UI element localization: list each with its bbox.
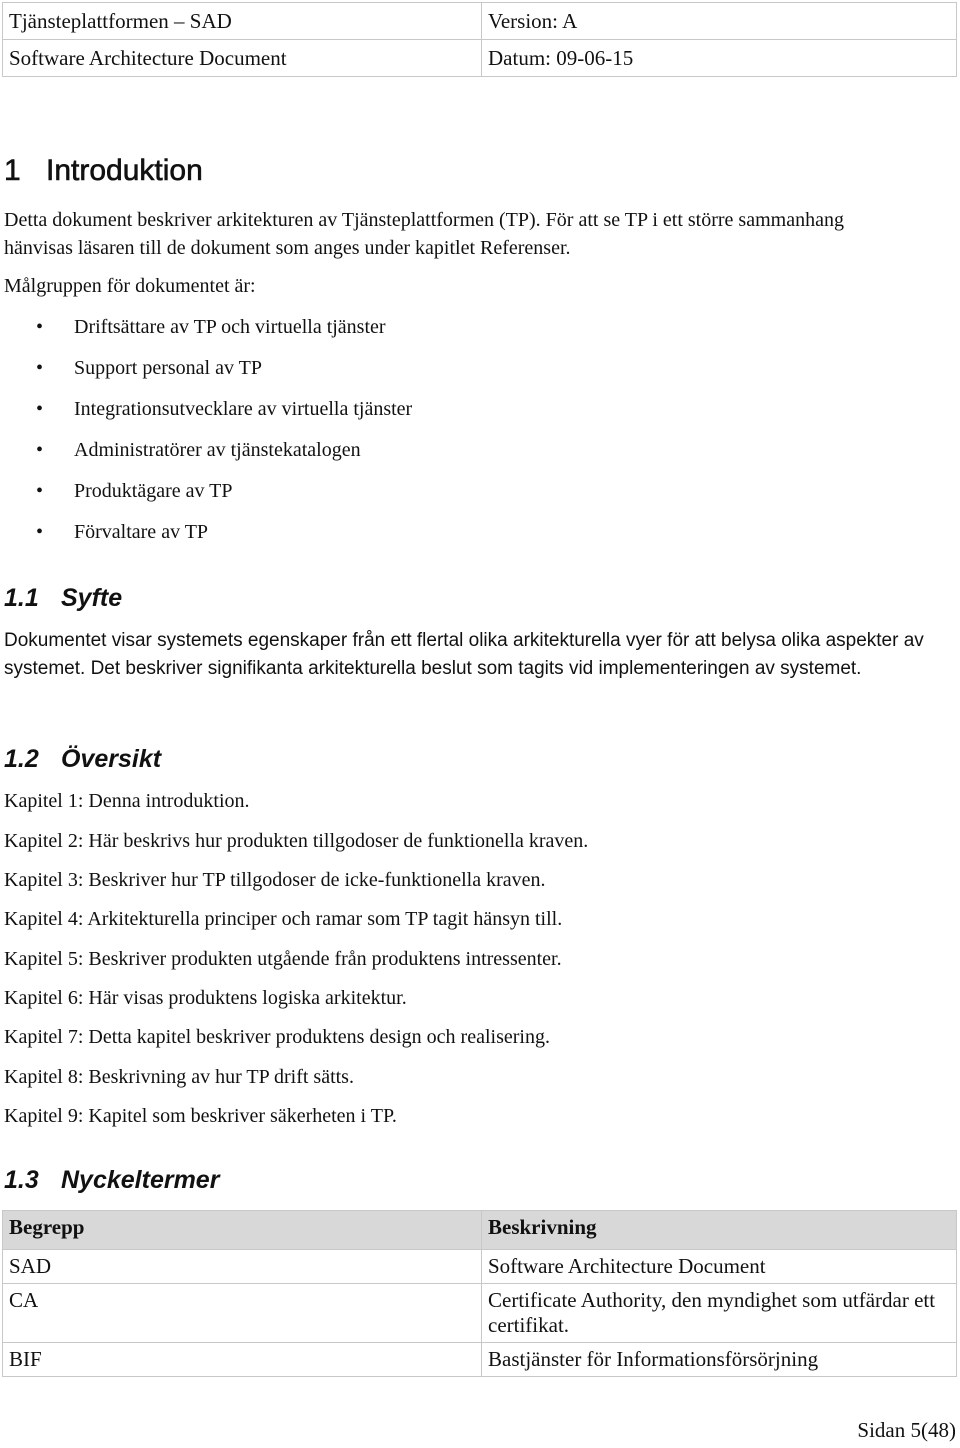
audience-list: • Driftsättare av TP och virtuella tjänst… <box>0 310 412 556</box>
header-subtitle: Software Architecture Document <box>2 39 482 77</box>
document-header: Tjänsteplattformen – SAD Version: A Soft… <box>2 2 957 77</box>
term-cell: SAD <box>2 1249 482 1284</box>
table-header-row: Begrepp Beskrivning <box>2 1210 957 1250</box>
chapter-item: Kapitel 5: Beskriver produkten utgående … <box>4 948 562 970</box>
chapter-item: Kapitel 4: Arkitekturella principer och … <box>4 908 563 930</box>
bullet-icon: • <box>36 480 44 502</box>
chapter-item: Kapitel 7: Detta kapitel beskriver produ… <box>4 1026 550 1048</box>
section-number: 1 <box>4 154 21 188</box>
header-version: Version: A <box>481 2 957 40</box>
description-cell: Certificate Authority, den myndighet som… <box>481 1283 957 1343</box>
column-header: Begrepp <box>2 1210 482 1250</box>
audience-label: Målgruppen för dokumentet är: <box>4 275 256 297</box>
section-title: Nyckeltermer <box>61 1166 220 1194</box>
chapter-item: Kapitel 9: Kapitel som beskriver säkerhe… <box>4 1105 397 1127</box>
chapter-item: Kapitel 1: Denna introduktion. <box>4 790 250 812</box>
section-number: 1.3 <box>4 1166 39 1194</box>
section-title: Introduktion <box>46 154 203 188</box>
term-cell: BIF <box>2 1342 482 1377</box>
section-heading-oversikt: 1.2 Översikt <box>4 745 161 774</box>
term-cell: CA <box>2 1283 482 1343</box>
chapter-item: Kapitel 2: Här beskrivs hur produkten ti… <box>4 830 589 852</box>
list-item: • Administratörer av tjänstekatalogen <box>0 433 412 474</box>
header-title: Tjänsteplattformen – SAD <box>2 2 482 40</box>
list-item: • Driftsättare av TP och virtuella tjänst… <box>0 310 412 351</box>
key-terms-table: Begrepp Beskrivning SAD Software Archite… <box>2 1210 957 1377</box>
bullet-icon: • <box>36 439 44 461</box>
section-heading-nyckeltermer: 1.3 Nyckeltermer <box>4 1166 219 1195</box>
bullet-icon: • <box>36 316 44 338</box>
bullet-icon: • <box>36 398 44 420</box>
chapter-item: Kapitel 6: Här visas produktens logiska … <box>4 987 407 1009</box>
description-cell: Software Architecture Document <box>481 1249 957 1284</box>
section-title: Syfte <box>61 584 123 612</box>
section-number: 1.1 <box>4 584 39 612</box>
bullet-icon: • <box>36 357 44 379</box>
table-row: BIF Bastjänster för Informationsförsörjn… <box>2 1342 957 1377</box>
page-number: Sidan 5(48) <box>857 1418 956 1442</box>
list-item: • Produktägare av TP <box>0 474 412 515</box>
table-row: SAD Software Architecture Document <box>2 1249 957 1284</box>
chapter-item: Kapitel 8: Beskrivning av hur TP drift s… <box>4 1066 354 1088</box>
section-number: 1.2 <box>4 745 39 773</box>
syfte-paragraph: Dokumentet visar systemets egenskaper fr… <box>4 630 924 679</box>
section-heading-introduktion: 1 Introduktion <box>4 154 203 188</box>
list-item: • Förvaltare av TP <box>0 515 412 556</box>
chapter-item: Kapitel 3: Beskriver hur TP tillgodoser … <box>4 869 546 891</box>
column-header: Beskrivning <box>481 1210 957 1250</box>
section-title: Översikt <box>61 745 162 773</box>
list-item: • Integrationsutvecklare av virtuella tjä… <box>0 392 412 433</box>
list-item: • Support personal av TP <box>0 351 412 392</box>
header-date: Datum: 09-06-15 <box>481 39 957 77</box>
description-cell: Bastjänster för Informationsförsörjning <box>481 1342 957 1377</box>
intro-paragraph: Detta dokument beskriver arkitekturen av… <box>4 209 844 259</box>
section-heading-syfte: 1.1 Syfte <box>4 584 122 613</box>
table-row: CA Certificate Authority, den myndighet … <box>2 1283 957 1343</box>
bullet-icon: • <box>36 521 44 543</box>
